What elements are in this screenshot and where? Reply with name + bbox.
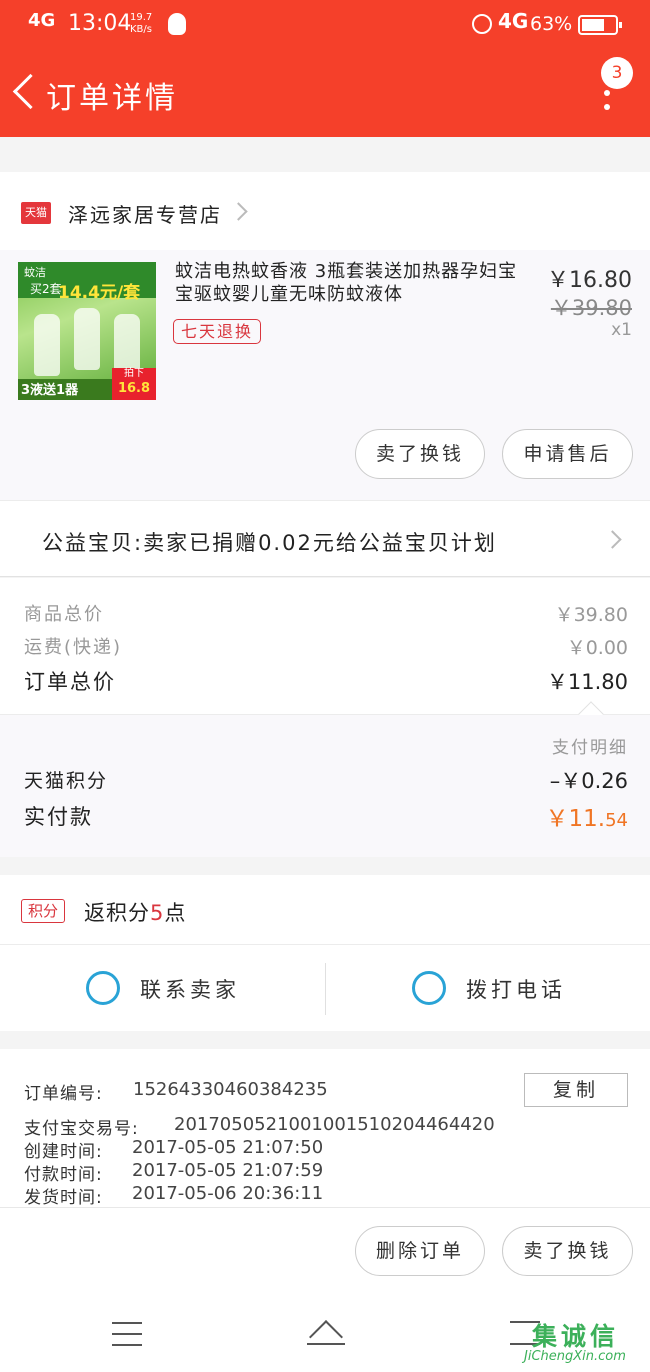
system-navigation-bar: 集诚信 JiChengXin.com [0, 1297, 650, 1372]
header-bar: 订单详情 3 [0, 50, 650, 137]
shipped-time: 2017-05-06 20:36:11 [132, 1183, 324, 1204]
items-total-value: ￥39.80 [554, 604, 628, 626]
charity-text: 公益宝贝:卖家已捐赠0.02元给公益宝贝计划 [42, 531, 497, 555]
alipay-no: 2017050521001001510204464420 [174, 1114, 495, 1135]
product-original-price: ￥39.80 [550, 296, 632, 320]
points-icon: 积分 [21, 899, 65, 923]
network-indicator: 4G [28, 10, 56, 31]
chevron-right-icon [229, 202, 248, 221]
network-speed: 19.7 KB/s [130, 12, 152, 36]
watermark-text: JiChengXin.com [524, 1349, 626, 1364]
back-icon[interactable] [8, 67, 48, 119]
more-menu-icon[interactable] [592, 84, 622, 118]
paid-int: 11. [568, 806, 606, 832]
contact-seller-button[interactable]: 联系卖家 [0, 945, 325, 1031]
shop-name: 泽远家居专营店 [68, 203, 222, 227]
image-price-badge: 拍下 16.8 [112, 368, 156, 400]
bottom-action-bar: 删除订单 卖了换钱 [0, 1207, 650, 1297]
payment-detail-link[interactable]: 支付明细 [552, 733, 628, 758]
speed-unit: KB/s [130, 24, 152, 35]
menu-key-icon[interactable] [112, 1322, 142, 1346]
paid-amount: ￥11.54 [546, 799, 628, 833]
points-row: 积分 返积分5点 [0, 875, 650, 945]
watermark-logo: 集诚信 [532, 1322, 620, 1351]
speed-value: 19.7 [130, 12, 153, 23]
chevron-right-icon [603, 530, 622, 549]
tmall-points-value: –￥0.26 [549, 769, 628, 793]
shipping-value: ￥0.00 [566, 637, 628, 659]
bottle-icon [114, 314, 140, 376]
paid-currency: ￥ [545, 806, 569, 832]
points-text-after: 点 [164, 901, 187, 925]
image-brand: 蚊洁 [24, 266, 46, 279]
image-badge-label: 拍下 [124, 368, 144, 379]
order-total-label: 订单总价 [24, 670, 116, 694]
return-policy-tag: 七天退换 [173, 319, 262, 344]
order-total-value: ￥11.80 [546, 670, 628, 694]
sell-button-bottom[interactable]: 卖了换钱 [502, 1226, 633, 1276]
contact-row: 联系卖家 拨打电话 [0, 945, 650, 1031]
points-text: 返积分5点 [84, 897, 186, 927]
sell-button[interactable]: 卖了换钱 [355, 429, 485, 479]
charity-row[interactable]: 公益宝贝:卖家已捐赠0.02元给公益宝贝计划 [0, 500, 650, 577]
shipping-label: 运费(快递) [24, 637, 123, 658]
created-time: 2017-05-05 21:07:50 [132, 1137, 324, 1158]
created-label: 创建时间: [24, 1142, 103, 1162]
alarm-icon [472, 14, 492, 34]
battery-icon [578, 15, 622, 35]
battery-percent: 63% [530, 13, 573, 35]
bottle-icon [34, 314, 60, 376]
product-quantity: x1 [611, 320, 632, 340]
clock: 13:04 [68, 11, 132, 36]
product-item: 蚊洁 买2套 14.4元/套 3液送1器 拍下 16.8 蚊洁电热蚊香液 3瓶套… [0, 250, 650, 500]
product-price: ￥16.80 [547, 268, 632, 293]
phone-icon [412, 971, 446, 1005]
notification-badge: 3 [601, 57, 633, 89]
after-sales-button[interactable]: 申请售后 [502, 429, 633, 479]
copy-button[interactable]: 复制 [524, 1073, 628, 1107]
chat-icon [86, 971, 120, 1005]
tmall-icon: 天猫 [21, 202, 51, 224]
items-total-label: 商品总价 [24, 604, 104, 625]
tmall-points-label: 天猫积分 [24, 770, 109, 792]
product-title[interactable]: 蚊洁电热蚊香液 3瓶套装送加热器孕妇宝宝驱蚊婴儿童无味防蚊液体 [175, 260, 525, 306]
points-text-before: 返积分 [84, 901, 150, 925]
price-summary: 商品总价 ￥39.80 运费(快递) ￥0.00 订单总价 ￥11.80 [0, 578, 650, 727]
paid-decimal: 54 [605, 810, 628, 831]
qq-icon [168, 13, 186, 35]
delete-order-button[interactable]: 删除订单 [355, 1226, 485, 1276]
call-label: 拨打电话 [466, 978, 566, 1002]
product-image[interactable]: 蚊洁 买2套 14.4元/套 3液送1器 拍下 16.8 [18, 262, 156, 400]
order-info: 订单编号: 15264330460384235 复制 支付宝交易号: 20170… [0, 1049, 650, 1208]
paid-time: 2017-05-05 21:07:59 [132, 1160, 324, 1181]
call-button[interactable]: 拨打电话 [326, 945, 650, 1031]
signal-4g: 4G [498, 9, 529, 33]
image-promo: 3液送1器 [21, 383, 79, 398]
image-badge-price: 16.8 [117, 381, 151, 396]
alipay-no-label: 支付宝交易号: [24, 1119, 139, 1139]
order-no-label: 订单编号: [24, 1084, 103, 1104]
shop-row[interactable]: 天猫 泽远家居专营店 [0, 172, 650, 250]
payment-detail: 支付明细 天猫积分 –￥0.26 实付款 ￥11.54 [0, 715, 650, 857]
status-bar: 4G 13:04 19.7 KB/s 4G 63% [0, 0, 650, 50]
contact-seller-label: 联系卖家 [140, 978, 240, 1002]
image-offer-price: 14.4元/套 [58, 283, 141, 303]
paid-label: 实付款 [24, 805, 93, 829]
image-offer: 买2套 [30, 282, 62, 296]
paid-time-label: 付款时间: [24, 1165, 103, 1185]
home-key-icon[interactable] [305, 1319, 347, 1347]
points-amount: 5 [150, 901, 165, 925]
page-title: 订单详情 [46, 81, 178, 116]
shipped-label: 发货时间: [24, 1188, 103, 1208]
bottle-icon [74, 308, 100, 370]
order-no: 15264330460384235 [133, 1079, 328, 1100]
